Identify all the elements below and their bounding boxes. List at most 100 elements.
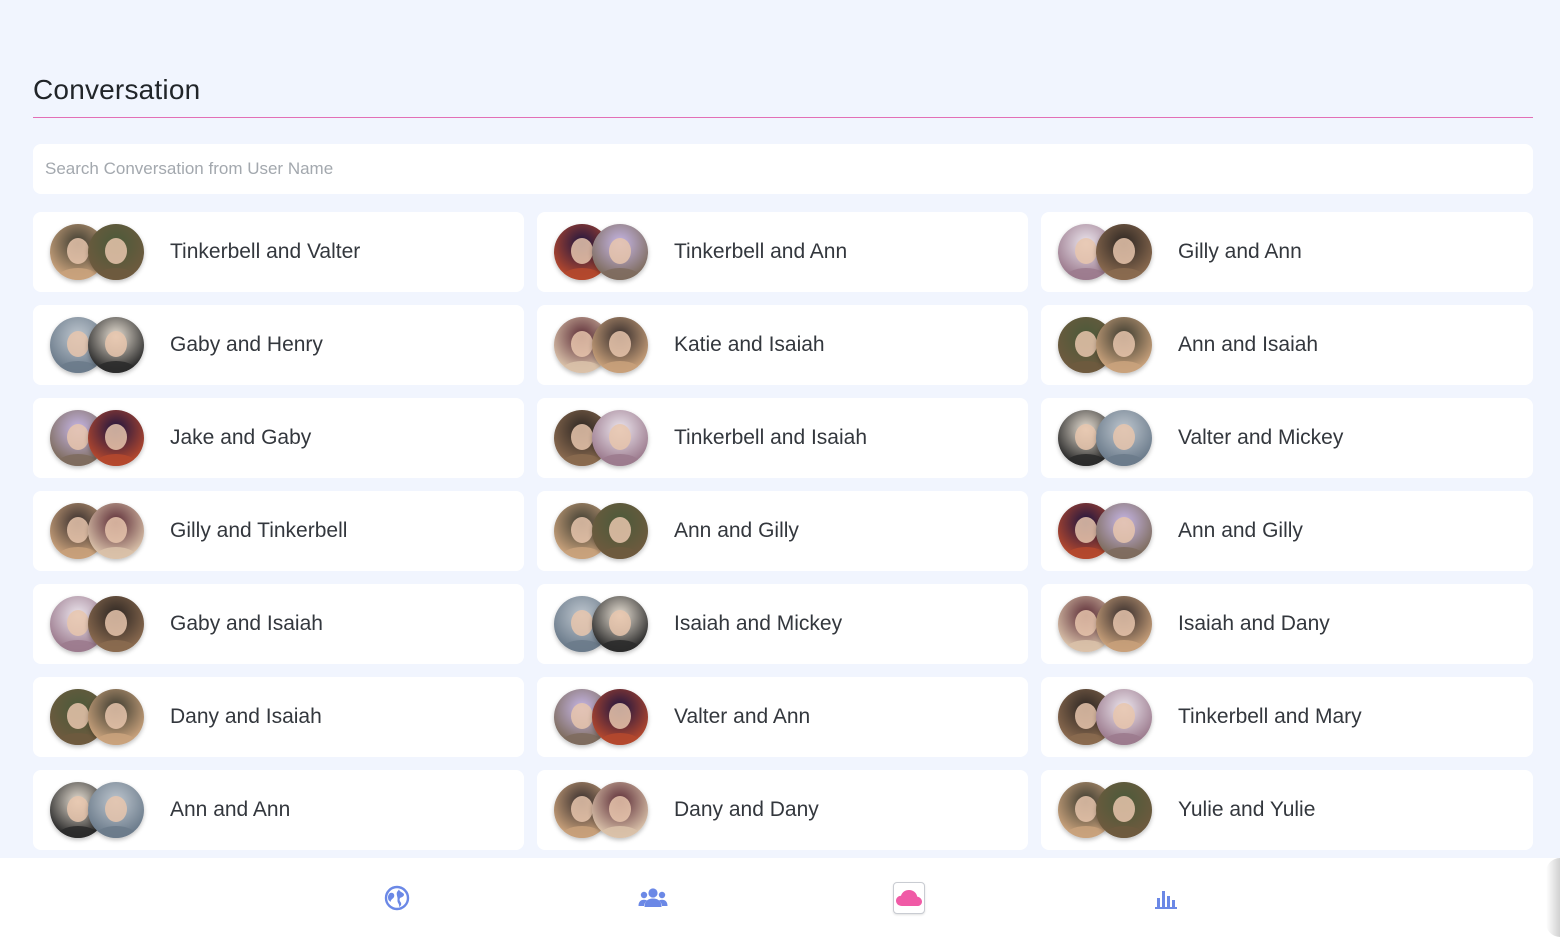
- nav-cloud-button[interactable]: [893, 882, 925, 914]
- avatar-face: [1113, 238, 1135, 264]
- bar-chart-icon: [1155, 891, 1177, 909]
- conversation-card[interactable]: Ann and Isaiah: [1041, 305, 1533, 385]
- avatar-pair: [50, 317, 146, 373]
- conversation-card[interactable]: Gilly and Tinkerbell: [33, 491, 524, 571]
- avatar-face: [67, 424, 89, 450]
- avatar: [1096, 317, 1152, 373]
- avatar: [592, 689, 648, 745]
- avatar-face: [609, 517, 631, 543]
- avatar-face: [571, 703, 593, 729]
- avatar: [592, 410, 648, 466]
- avatar-face: [105, 796, 127, 822]
- avatar-pair: [50, 689, 146, 745]
- avatar-pair: [50, 596, 146, 652]
- avatar-pair: [1058, 224, 1154, 280]
- avatar-face: [1113, 796, 1135, 822]
- conversation-title: Yulie and Yulie: [1178, 798, 1316, 821]
- avatar: [592, 317, 648, 373]
- globe-icon: [384, 885, 410, 911]
- avatar-face: [1075, 238, 1097, 264]
- conversation-card[interactable]: Isaiah and Mickey: [537, 584, 1028, 664]
- avatar-face: [609, 796, 631, 822]
- avatar-face: [1075, 703, 1097, 729]
- nav-globe-button[interactable]: [381, 882, 413, 914]
- conversation-title: Jake and Gaby: [170, 426, 312, 449]
- conversation-title: Gilly and Tinkerbell: [170, 519, 348, 542]
- conversation-title: Ann and Gilly: [1178, 519, 1303, 542]
- avatar: [88, 689, 144, 745]
- conversation-card[interactable]: Gilly and Ann: [1041, 212, 1533, 292]
- conversation-card[interactable]: Tinkerbell and Valter: [33, 212, 524, 292]
- conversation-card[interactable]: Tinkerbell and Mary: [1041, 677, 1533, 757]
- avatar: [592, 596, 648, 652]
- conversation-card[interactable]: Ann and Gilly: [1041, 491, 1533, 571]
- avatar-face: [571, 517, 593, 543]
- page-title: Conversation: [33, 74, 201, 105]
- avatar-body: [1102, 733, 1146, 745]
- conversation-card[interactable]: Ann and Ann: [33, 770, 524, 850]
- avatar-face: [571, 796, 593, 822]
- conversation-card[interactable]: Valter and Ann: [537, 677, 1028, 757]
- conversation-card[interactable]: Tinkerbell and Ann: [537, 212, 1028, 292]
- avatar-pair: [554, 224, 650, 280]
- avatar-face: [609, 238, 631, 264]
- conversation-title: Gaby and Henry: [170, 333, 323, 356]
- avatar-face: [609, 703, 631, 729]
- conversation-card[interactable]: Yulie and Yulie: [1041, 770, 1533, 850]
- avatar-face: [1075, 610, 1097, 636]
- conversation-card[interactable]: Gaby and Isaiah: [33, 584, 524, 664]
- avatar-face: [67, 517, 89, 543]
- avatar-body: [94, 733, 138, 745]
- conversation-card[interactable]: Ann and Gilly: [537, 491, 1028, 571]
- conversation-card[interactable]: Jake and Gaby: [33, 398, 524, 478]
- avatar: [592, 224, 648, 280]
- avatar-face: [609, 610, 631, 636]
- avatar-body: [598, 826, 642, 838]
- search-input[interactable]: [33, 144, 1533, 194]
- avatar: [88, 503, 144, 559]
- avatar: [88, 596, 144, 652]
- conversation-card[interactable]: Gaby and Henry: [33, 305, 524, 385]
- avatar-face: [105, 424, 127, 450]
- conversation-title: Dany and Dany: [674, 798, 819, 821]
- conversation-card[interactable]: Tinkerbell and Isaiah: [537, 398, 1028, 478]
- conversation-card[interactable]: Dany and Dany: [537, 770, 1028, 850]
- avatar: [1096, 410, 1152, 466]
- avatar-face: [105, 331, 127, 357]
- avatar-body: [598, 733, 642, 745]
- bottom-nav: [0, 858, 1560, 937]
- avatar-pair: [50, 503, 146, 559]
- conversation-title: Gilly and Ann: [1178, 240, 1302, 263]
- cloud-icon: [896, 890, 922, 906]
- avatar-pair: [554, 596, 650, 652]
- avatar-face: [1075, 796, 1097, 822]
- avatar-body: [598, 361, 642, 373]
- avatar-face: [1075, 424, 1097, 450]
- conversation-title: Tinkerbell and Valter: [170, 240, 361, 263]
- avatar-face: [105, 238, 127, 264]
- conversation-title: Gaby and Isaiah: [170, 612, 323, 635]
- avatar-face: [1113, 517, 1135, 543]
- avatar-pair: [50, 782, 146, 838]
- avatar-body: [94, 640, 138, 652]
- conversation-title: Katie and Isaiah: [674, 333, 825, 356]
- conversation-title: Ann and Ann: [170, 798, 291, 821]
- avatar: [1096, 596, 1152, 652]
- conversation-card[interactable]: Dany and Isaiah: [33, 677, 524, 757]
- conversation-card[interactable]: Valter and Mickey: [1041, 398, 1533, 478]
- avatar-pair: [1058, 317, 1154, 373]
- avatar-body: [598, 640, 642, 652]
- conversation-card[interactable]: Isaiah and Dany: [1041, 584, 1533, 664]
- nav-users-button[interactable]: [637, 882, 669, 914]
- avatar-pair: [1058, 689, 1154, 745]
- conversation-card[interactable]: Katie and Isaiah: [537, 305, 1028, 385]
- avatar-pair: [554, 317, 650, 373]
- avatar-pair: [554, 410, 650, 466]
- nav-stats-button[interactable]: [1150, 882, 1182, 914]
- avatar: [1096, 782, 1152, 838]
- avatar-face: [609, 424, 631, 450]
- avatar-pair: [1058, 503, 1154, 559]
- avatar-face: [67, 703, 89, 729]
- avatar-face: [105, 517, 127, 543]
- avatar-body: [1102, 361, 1146, 373]
